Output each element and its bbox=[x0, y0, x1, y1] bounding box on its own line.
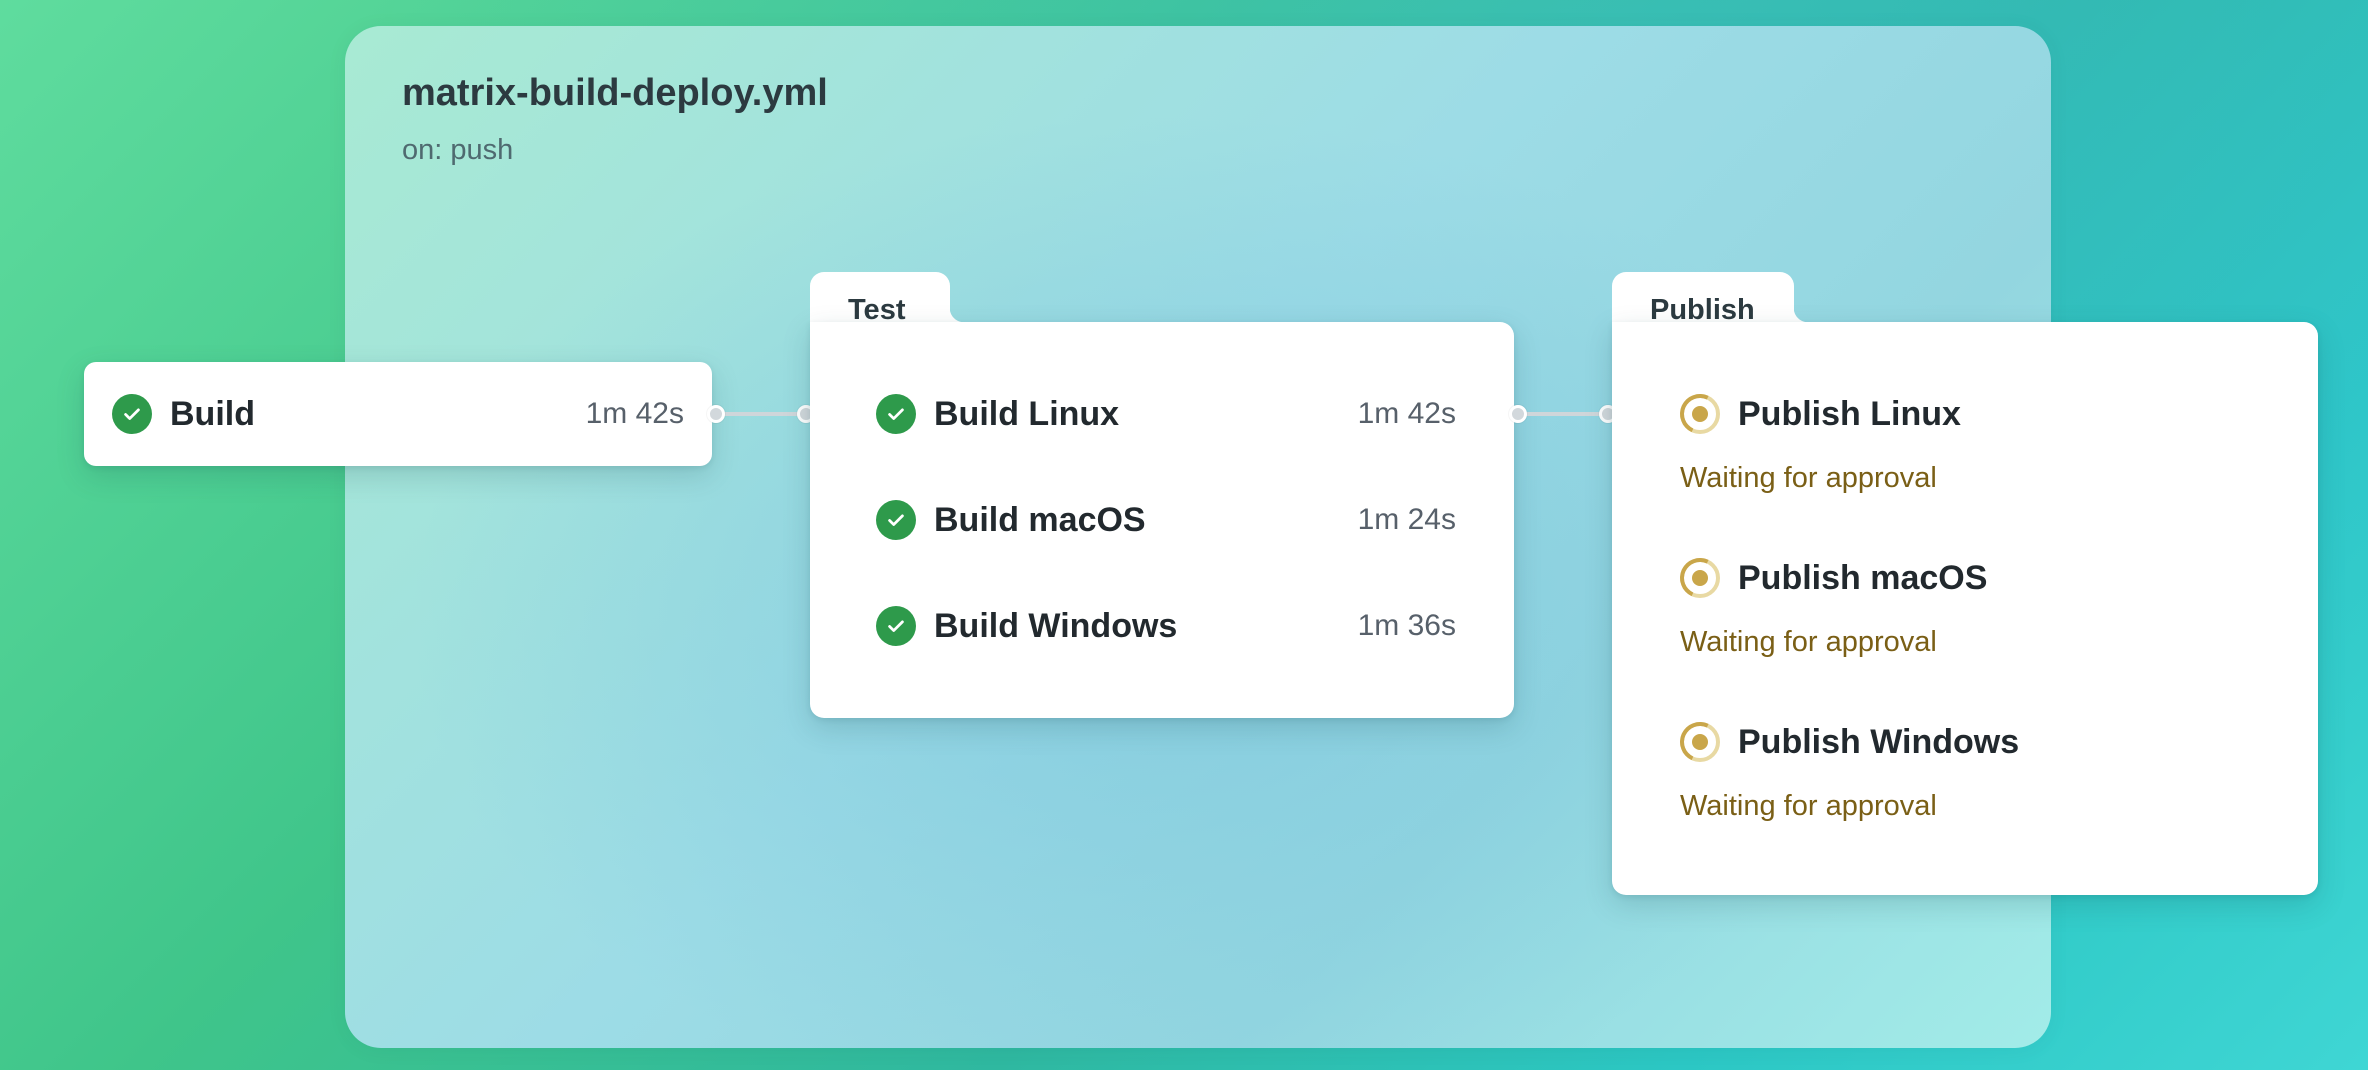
pending-status-icon bbox=[1680, 558, 1720, 598]
test-job-duration: 1m 42s bbox=[1357, 397, 1456, 430]
publish-job-row[interactable]: Publish Linux bbox=[1680, 394, 2260, 434]
publish-job-row[interactable]: Publish Windows bbox=[1680, 722, 2260, 762]
test-job-name: Build Windows bbox=[934, 606, 1178, 645]
connector-build-test bbox=[716, 412, 808, 416]
test-group-card: Build Linux 1m 42s Build macOS 1m 24s Bu… bbox=[810, 322, 1514, 718]
publish-job-status: Waiting for approval bbox=[1680, 462, 1937, 494]
publish-job-row[interactable]: Publish macOS bbox=[1680, 558, 2260, 598]
publish-job-name: Publish Windows bbox=[1738, 722, 2020, 761]
pending-status-icon bbox=[1680, 722, 1720, 762]
build-job-card[interactable]: Build 1m 42s bbox=[84, 362, 712, 466]
test-job-duration: 1m 24s bbox=[1357, 503, 1456, 536]
test-job-name: Build macOS bbox=[934, 500, 1146, 539]
publish-job-status: Waiting for approval bbox=[1680, 790, 1937, 822]
test-job-row[interactable]: Build macOS 1m 24s bbox=[876, 500, 1456, 540]
check-circle-icon bbox=[876, 606, 916, 646]
publish-job-name: Publish macOS bbox=[1738, 558, 1988, 597]
build-job-name: Build bbox=[170, 394, 255, 433]
check-circle-icon bbox=[876, 500, 916, 540]
publish-group-card: Publish Linux Waiting for approval Publi… bbox=[1612, 322, 2318, 895]
test-job-row[interactable]: Build Linux 1m 42s bbox=[876, 394, 1456, 434]
connector-dot-test-out bbox=[1509, 405, 1527, 423]
test-job-row[interactable]: Build Windows 1m 36s bbox=[876, 606, 1456, 646]
publish-job-name: Publish Linux bbox=[1738, 394, 1961, 433]
connector-dot-build-out bbox=[707, 405, 725, 423]
check-circle-icon bbox=[876, 394, 916, 434]
test-job-duration: 1m 36s bbox=[1357, 609, 1456, 642]
connector-test-publish bbox=[1518, 412, 1610, 416]
build-job-duration: 1m 42s bbox=[585, 397, 684, 430]
workflow-trigger: on: push bbox=[402, 134, 514, 166]
check-circle-icon bbox=[112, 394, 152, 434]
test-job-name: Build Linux bbox=[934, 394, 1120, 433]
pending-status-icon bbox=[1680, 394, 1720, 434]
publish-job-status: Waiting for approval bbox=[1680, 626, 1937, 658]
workflow-title[interactable]: matrix-build-deploy.yml bbox=[402, 72, 828, 115]
build-job-row[interactable]: Build 1m 42s bbox=[112, 394, 684, 434]
